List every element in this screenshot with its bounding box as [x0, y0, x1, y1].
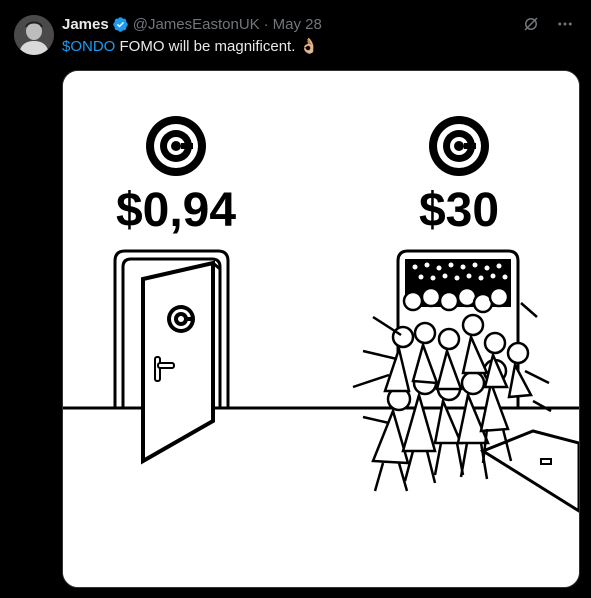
separator-dot: ·	[263, 15, 269, 33]
tweet-body: FOMO will be magnificent.	[115, 38, 300, 55]
tweet-media[interactable]: $0,94 $30	[62, 70, 580, 588]
verified-badge-icon	[112, 16, 129, 33]
tweet-date[interactable]: May 28	[273, 16, 322, 33]
ondo-logo-icon	[146, 116, 206, 176]
author-name[interactable]: James	[62, 16, 109, 33]
author-handle[interactable]: @JamesEastonUK	[133, 16, 260, 33]
more-icon[interactable]	[555, 14, 575, 34]
cashtag-link[interactable]: $ONDO	[62, 38, 115, 55]
ok-hand-emoji: 👌🏼	[299, 38, 319, 55]
right-price: $30	[419, 184, 499, 237]
meme-image: $0,94 $30	[63, 71, 579, 587]
grok-icon[interactable]	[521, 14, 541, 34]
tweet-header: James @JamesEastonUK · May 28	[62, 14, 322, 34]
header-actions	[521, 14, 575, 34]
tweet-text: $ONDO FOMO will be magnificent. 👌🏼	[62, 37, 318, 55]
avatar[interactable]	[14, 15, 54, 55]
avatar-image	[14, 15, 54, 55]
ondo-logo-icon	[429, 116, 489, 176]
left-price: $0,94	[116, 184, 236, 237]
